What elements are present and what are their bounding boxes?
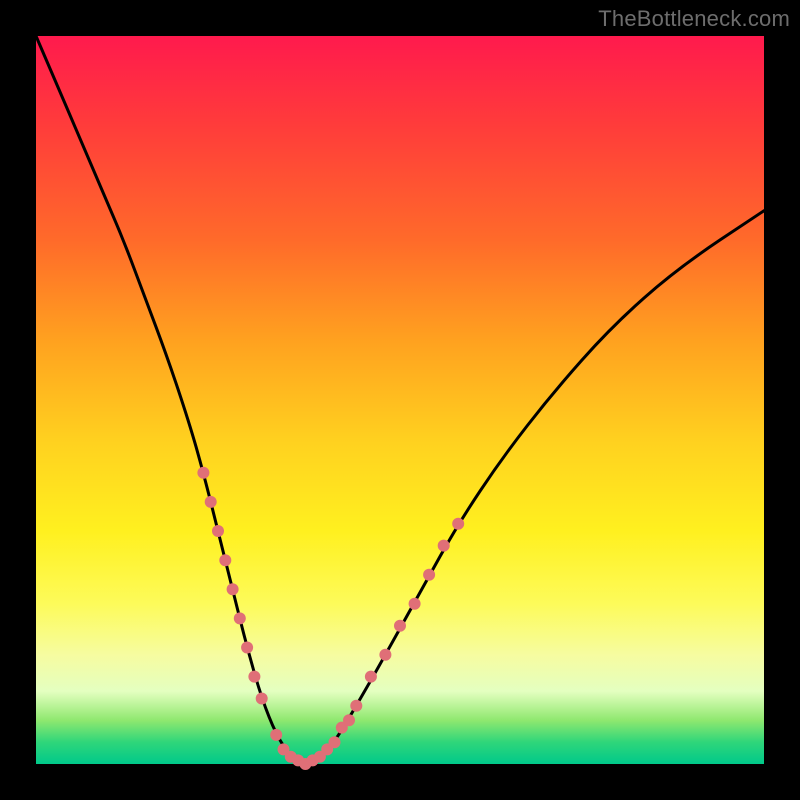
marker-dot [423, 569, 435, 581]
bottleneck-curve [36, 36, 764, 762]
marker-dot [452, 518, 464, 530]
outer-frame: TheBottleneck.com [0, 0, 800, 800]
marker-dot [379, 649, 391, 661]
curve-svg [36, 36, 764, 764]
marker-dot [409, 598, 421, 610]
marker-dot [234, 612, 246, 624]
marker-dot [438, 540, 450, 552]
marker-dot [365, 671, 377, 683]
marker-dot [241, 642, 253, 654]
marker-dot [248, 671, 260, 683]
marker-dot [219, 554, 231, 566]
watermark-text: TheBottleneck.com [598, 6, 790, 32]
marker-dot [270, 729, 282, 741]
marker-dot [227, 583, 239, 595]
marker-dot [394, 620, 406, 632]
marker-dot [205, 496, 217, 508]
marker-dot [256, 693, 268, 705]
marker-dot [350, 700, 362, 712]
marker-dots [197, 467, 464, 770]
marker-dot [329, 736, 341, 748]
marker-dot [343, 714, 355, 726]
marker-dot [197, 467, 209, 479]
marker-dot [212, 525, 224, 537]
plot-area [36, 36, 764, 764]
